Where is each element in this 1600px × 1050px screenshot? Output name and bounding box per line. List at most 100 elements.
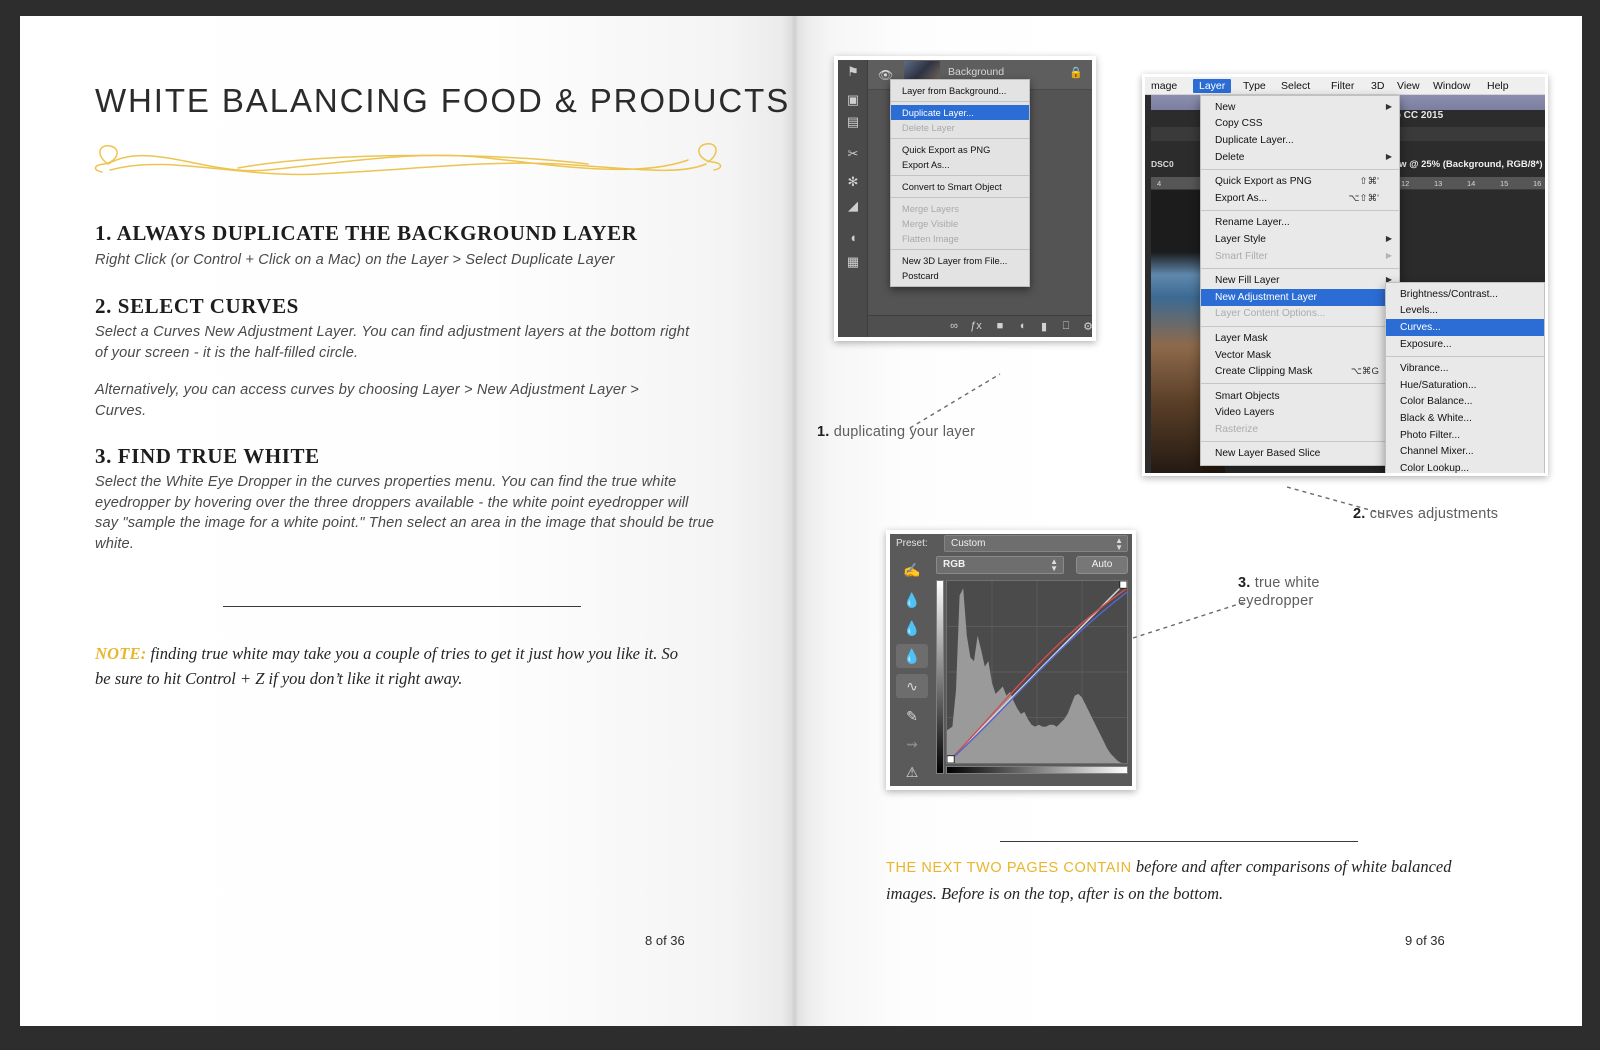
- curves-graph-svg: [947, 581, 1127, 763]
- menu-item-copy-css[interactable]: Copy CSS: [1201, 116, 1399, 133]
- menubar-item-view[interactable]: View: [1397, 80, 1420, 92]
- submenu-item-hue-saturation[interactable]: Hue/Saturation...: [1386, 377, 1544, 394]
- ruler-tick: 12: [1401, 179, 1410, 188]
- left-page: WHITE BALANCING FOOD & PRODUCTS 1. ALWAY…: [20, 16, 792, 1026]
- menubar-item-filter[interactable]: Filter: [1331, 80, 1354, 92]
- annotation-1: 1. duplicating your layer: [817, 423, 975, 441]
- ruler-tick: 15: [1500, 179, 1509, 188]
- menu-item-rename-layer[interactable]: Rename Layer...: [1201, 215, 1399, 232]
- submenu-arrow-icon: ▶: [1385, 250, 1392, 260]
- menu-item-rasterize: Rasterize▶: [1201, 421, 1399, 438]
- mask-icon[interactable]: ■: [992, 320, 1008, 332]
- gray-point-eyedropper-icon[interactable]: 💧: [896, 616, 928, 640]
- submenu-item-color-balance[interactable]: Color Balance...: [1386, 394, 1544, 411]
- curve-point-tool-icon[interactable]: ∿: [896, 674, 928, 698]
- curves-graph[interactable]: [946, 580, 1128, 764]
- screenshot-layers-panel: ⚑ ▣ ▤ ✂ ✻ ◢ ◖ ▦ 👁 Background 🔒 Layer fro…: [834, 56, 1096, 341]
- menu-item-duplicate-layer[interactable]: Duplicate Layer...: [1201, 132, 1399, 149]
- new-layer-icon[interactable]: ⎕: [1058, 320, 1074, 333]
- book-spread-viewer: WHITE BALANCING FOOD & PRODUCTS 1. ALWAY…: [0, 0, 1600, 1050]
- ruler-tick: 4: [1157, 179, 1162, 188]
- menu-item-delete[interactable]: Delete ▶: [1201, 149, 1399, 166]
- submenu-item-exposure[interactable]: Exposure...: [1386, 336, 1544, 353]
- menu-item-layer-mask[interactable]: Layer Mask▶: [1201, 330, 1399, 347]
- menu-item-label: Export As...: [1215, 192, 1268, 204]
- adjustment-layer-icon[interactable]: ◖: [1014, 320, 1030, 332]
- snowflake-icon: ✻: [847, 174, 859, 189]
- black-point-eyedropper-icon[interactable]: 💧: [896, 588, 928, 612]
- preset-value: Custom: [951, 538, 986, 549]
- menu-item-new-fill-layer[interactable]: New Fill Layer ▶: [1201, 272, 1399, 289]
- menu-item-label: Vector Mask: [1215, 349, 1272, 361]
- page-title: WHITE BALANCING FOOD & PRODUCTS: [95, 82, 791, 119]
- closing-note: THE NEXT TWO PAGES CONTAIN before and af…: [886, 854, 1466, 907]
- menu-item-label: New Fill Layer: [1215, 275, 1280, 287]
- submenu-item-vibrance[interactable]: Vibrance...: [1386, 360, 1544, 377]
- menu-item-new-adjustment-layer[interactable]: New Adjustment Layer▶: [1201, 288, 1399, 306]
- context-menu-item: Merge Visible: [902, 218, 959, 229]
- context-menu-item-duplicate-layer[interactable]: Duplicate Layer...: [891, 105, 1029, 120]
- submenu-item-levels[interactable]: Levels...: [1386, 303, 1544, 320]
- context-menu-item[interactable]: Export As...: [891, 157, 1029, 172]
- stepper-icon[interactable]: ▲ ▼: [1050, 558, 1058, 573]
- fx-icon[interactable]: ƒx: [968, 320, 984, 332]
- layers-panel-footer: ∞ ƒx ■ ◖ ▮ ⎕ ⚙: [868, 315, 1092, 337]
- open-book-spread: WHITE BALANCING FOOD & PRODUCTS 1. ALWAY…: [20, 16, 1582, 1026]
- section-heading-3: 3. FIND TRUE WHITE: [95, 444, 320, 468]
- menu-item-layer-style[interactable]: Layer Style ▶: [1201, 231, 1399, 248]
- link-icon[interactable]: ∞: [946, 320, 962, 332]
- submenu-item-black-and-white[interactable]: Black & White...: [1386, 410, 1544, 427]
- menubar-item-window[interactable]: Window: [1433, 80, 1470, 92]
- menu-separator: [891, 197, 1029, 198]
- menu-item-shortcut: ⌥⌘G: [1350, 366, 1379, 378]
- context-menu-item[interactable]: New 3D Layer from File...: [891, 253, 1029, 268]
- submenu-item-brightness-contrast[interactable]: Brightness/Contrast...: [1386, 286, 1544, 303]
- submenu-item-photo-filter[interactable]: Photo Filter...: [1386, 427, 1544, 444]
- auto-button[interactable]: Auto: [1076, 556, 1128, 574]
- pencil-tool-icon[interactable]: ✎: [896, 704, 928, 728]
- menubar-item-image[interactable]: mage: [1151, 80, 1177, 92]
- layer-dropdown-menu[interactable]: New ▶ Copy CSS Duplicate Layer... Delete ▶…: [1200, 95, 1400, 467]
- annotation-3-text: true white: [1250, 575, 1320, 591]
- flag-icon: ⚑: [847, 64, 859, 79]
- menu-item-new[interactable]: New ▶: [1201, 99, 1399, 116]
- section-body-2b: Alternatively, you can access curves by …: [95, 382, 639, 419]
- submenu-item-channel-mixer[interactable]: Channel Mixer...: [1386, 443, 1544, 460]
- menu-item-video-layers[interactable]: Video Layers▶: [1201, 405, 1399, 422]
- menu-item-smart-objects[interactable]: Smart Objects▶: [1201, 388, 1399, 405]
- context-menu-item[interactable]: Postcard: [891, 268, 1029, 283]
- folder-icon[interactable]: ▮: [1036, 320, 1052, 333]
- preset-row: Preset: Custom ▲ ▼: [890, 534, 1132, 554]
- context-menu-item[interactable]: Convert to Smart Object: [891, 179, 1029, 194]
- document-tab-label[interactable]: DSC0: [1151, 159, 1174, 169]
- menu-item-new-layer-based-slice[interactable]: New Layer Based Slice: [1201, 446, 1399, 463]
- note-text: finding true white may take you a couple…: [95, 644, 679, 688]
- clipping-warning-icon[interactable]: ⚠: [896, 760, 928, 784]
- lock-icon[interactable]: 🔒: [1069, 66, 1083, 79]
- menu-item-label: Layer Style: [1215, 233, 1266, 245]
- menubar-item-3d[interactable]: 3D: [1371, 80, 1384, 92]
- submenu-item-curves[interactable]: Curves...: [1386, 319, 1544, 336]
- trash-icon[interactable]: ⚙: [1080, 320, 1092, 333]
- white-point-eyedropper-icon[interactable]: 💧: [896, 644, 928, 668]
- menu-item-export-as[interactable]: Export As... ⌥⇧⌘': [1201, 190, 1399, 207]
- preset-select[interactable]: Custom ▲ ▼: [944, 535, 1128, 552]
- context-menu-item[interactable]: Quick Export as PNG: [891, 142, 1029, 157]
- new-adjustment-layer-submenu[interactable]: Brightness/Contrast... Levels... Curves.…: [1385, 282, 1545, 473]
- hand-icon[interactable]: ✍: [896, 558, 928, 582]
- menubar-item-help[interactable]: Help: [1487, 80, 1509, 92]
- menubar-item-type[interactable]: Type: [1243, 80, 1266, 92]
- menu-separator: [891, 101, 1029, 102]
- channel-select[interactable]: RGB ▲ ▼: [936, 556, 1064, 574]
- menubar-item-layer[interactable]: Layer: [1193, 79, 1232, 93]
- submenu-item-color-lookup[interactable]: Color Lookup...: [1386, 460, 1544, 473]
- menu-item-create-clipping-mask[interactable]: Create Clipping Mask ⌥⌘G: [1201, 363, 1399, 380]
- menu-item-quick-export-png[interactable]: Quick Export as PNG ⇧⌘': [1201, 173, 1399, 190]
- stepper-icon[interactable]: ▲ ▼: [1115, 537, 1123, 552]
- macos-menu-bar[interactable]: mage Layer Type Select Filter 3D View Wi…: [1145, 77, 1545, 95]
- layer-context-menu[interactable]: Layer from Background... Duplicate Layer…: [890, 79, 1030, 287]
- menubar-item-select[interactable]: Select: [1281, 80, 1310, 92]
- menu-item-vector-mask[interactable]: Vector Mask▶: [1201, 347, 1399, 364]
- context-menu-item[interactable]: Layer from Background...: [891, 83, 1029, 98]
- library-icon: ▣: [846, 92, 860, 107]
